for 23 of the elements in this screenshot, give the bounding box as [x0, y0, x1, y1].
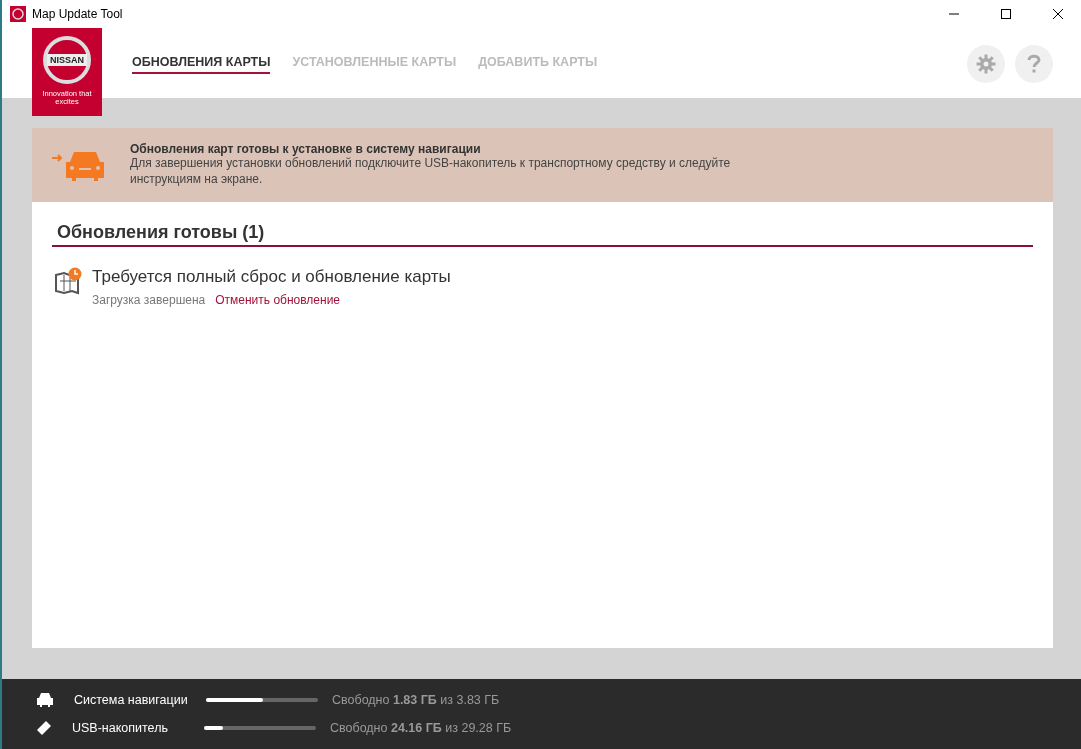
car-icon [36, 692, 54, 708]
section-title: Обновления готовы (1) [52, 222, 1033, 247]
settings-icon [976, 54, 996, 74]
storage-name: Система навигации [74, 693, 189, 707]
notice-text: Для завершения установки обновлений подключите USB-накопитель к транспортному средству и следуйте инструкциям на экране. [130, 156, 732, 188]
cancel-update-link[interactable]: Отменить обновление [215, 293, 341, 307]
update-title: Требуется полный сброс и обновление карты [92, 267, 451, 287]
help-button[interactable] [1015, 45, 1053, 83]
usb-stick-icon [36, 720, 52, 736]
window-title: Map Update Tool [32, 7, 124, 21]
help-icon [1027, 54, 1041, 74]
notice-title: Обновления карт готовы к установке в систему навигации [130, 142, 482, 157]
update-status: Загрузка завершена [92, 293, 206, 307]
storage-name: USB-накопитель [72, 721, 169, 735]
maximize-icon [1001, 9, 1011, 19]
settings-button[interactable] [967, 45, 1005, 83]
storage-free-text: Свободно 1.83 ГБ из 3.83 ГБ [332, 693, 500, 707]
logo-wordmark: NISSAN [47, 54, 87, 66]
app-icon [10, 6, 26, 22]
storage-free-text: Свободно 24.16 ГБ из 29.28 ГБ [330, 721, 512, 735]
map-clock-icon [54, 267, 82, 295]
nav-tab[interactable]: ОБНОВЛЕНИЯ КАРТЫ [132, 55, 271, 74]
close-icon [1053, 9, 1063, 19]
